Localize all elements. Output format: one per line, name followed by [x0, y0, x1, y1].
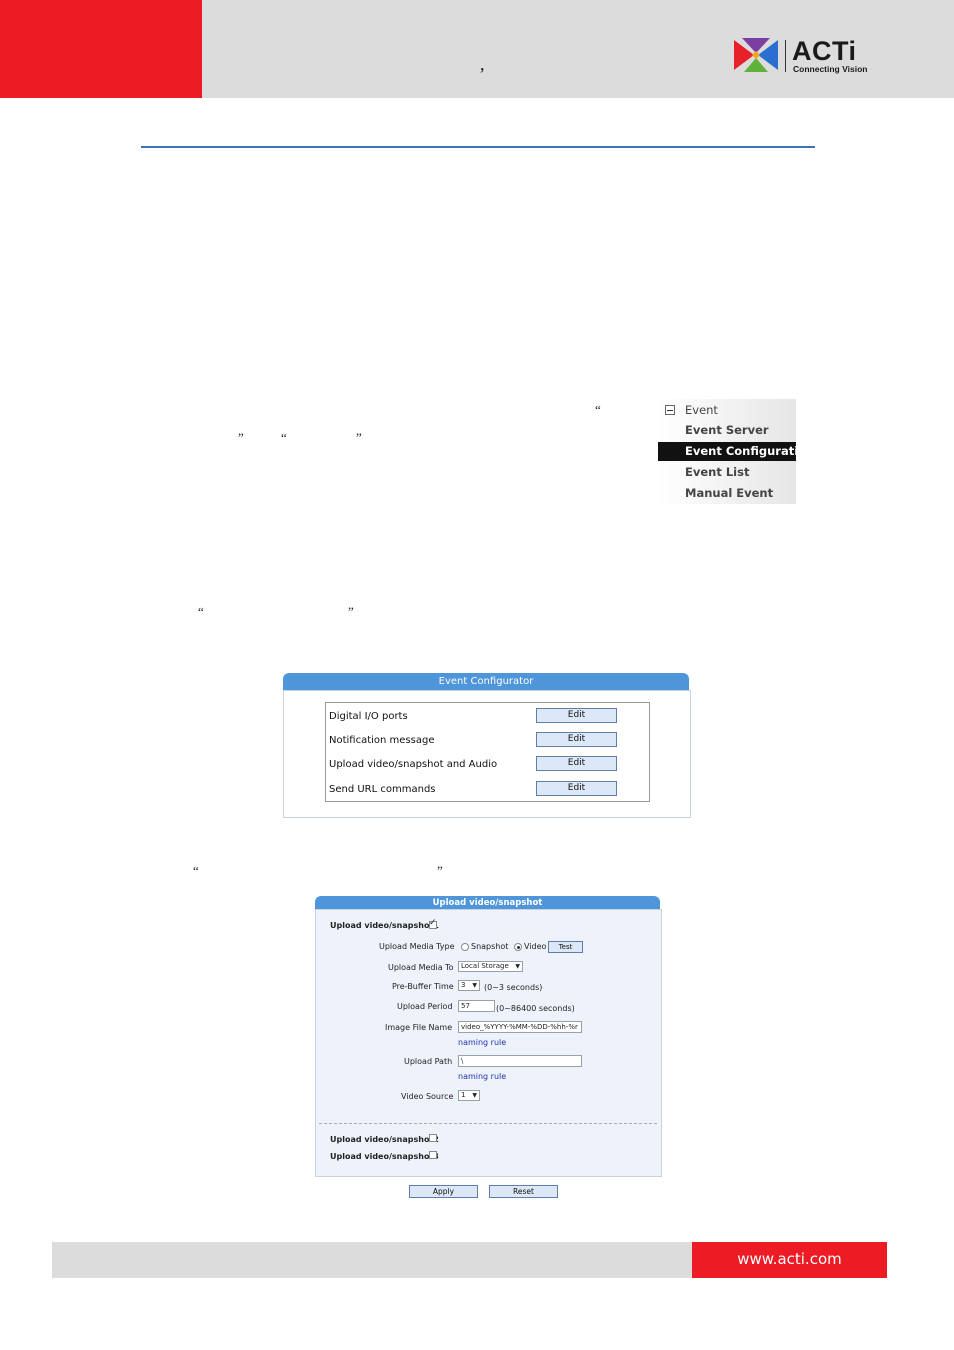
prebuffer-hint: (0~3 seconds) [484, 983, 543, 992]
config-row-label: Digital I/O ports [329, 711, 408, 722]
logo-tagline: Connecting Vision [793, 64, 868, 74]
upload-panel: Upload video/snapshot1 Upload Media Type… [315, 909, 662, 1177]
quote-mark: ” [348, 604, 354, 619]
header-comma: , [480, 54, 485, 74]
menu-item-event[interactable]: Event [685, 403, 718, 417]
chevron-down-icon: ▼ [515, 963, 520, 970]
config-row-label: Upload video/snapshot and Audio [329, 759, 498, 770]
path-input[interactable]: \ [458, 1055, 582, 1067]
section-divider [319, 1123, 657, 1124]
video-radio[interactable] [514, 943, 522, 951]
heading-rule [141, 146, 815, 148]
prebuffer-value: 3 [461, 981, 466, 989]
snapshot-radio-label: Snapshot [471, 942, 509, 951]
filename-input[interactable]: video_%YYYY-%MM-%DD-%hh-%r [458, 1021, 582, 1033]
menu-item-event-configuration[interactable]: Event Configuration [658, 442, 814, 461]
footer-gray-band [52, 1242, 692, 1278]
snapshot2-checkbox[interactable] [429, 1134, 437, 1142]
period-label: Upload Period [397, 1002, 453, 1011]
quote-mark: ” [437, 863, 443, 878]
media-to-select[interactable]: Local Storage ▼ [458, 961, 523, 972]
config-row-label: Send URL commands [329, 784, 436, 795]
video-source-value: 1 [461, 1091, 466, 1099]
filename-label: Image File Name [385, 1023, 453, 1032]
edit-notification-button[interactable]: Edit [536, 732, 617, 747]
footer-red-block: www.acti.com [692, 1242, 887, 1278]
logo-wordmark: ACTi [792, 36, 857, 66]
snapshot2-label: Upload video/snapshot2 [330, 1135, 439, 1144]
menu-item-event-list[interactable]: Event List [685, 465, 749, 479]
menu-item-label: Event Configuration [685, 444, 815, 458]
config-row-label: Notification message [329, 735, 435, 746]
apply-button[interactable]: Apply [409, 1185, 478, 1198]
snapshot1-label: Upload video/snapshot1 [330, 921, 439, 930]
prebuffer-select[interactable]: 3 ▼ [458, 980, 480, 991]
period-hint: (0~86400 seconds) [496, 1004, 575, 1013]
header-red-block [0, 0, 202, 98]
quote-mark: “ [595, 402, 601, 417]
edit-upload-button[interactable]: Edit [536, 756, 617, 771]
event-configurator-list: Digital I/O ports Edit Notification mess… [325, 702, 650, 802]
event-configurator-title: Event Configurator [283, 673, 689, 690]
acti-logo: ACTi Connecting Vision [734, 36, 874, 76]
footer-url-link[interactable]: www.acti.com [692, 1250, 887, 1268]
video-source-label: Video Source [401, 1092, 454, 1101]
edit-digital-io-button[interactable]: Edit [536, 708, 617, 723]
collapse-icon[interactable] [665, 405, 675, 415]
snapshot3-label: Upload video/snapshot3 [330, 1152, 439, 1161]
media-to-label: Upload Media To [388, 963, 454, 972]
menu-item-manual-event[interactable]: Manual Event [685, 486, 773, 500]
edit-url-commands-button[interactable]: Edit [536, 781, 617, 796]
logo-separator [785, 40, 786, 72]
menu-item-event-server[interactable]: Event Server [685, 423, 769, 437]
video-source-select[interactable]: 1 ▼ [458, 1090, 480, 1101]
acti-logo-icon [734, 38, 778, 72]
event-menu: Event Event Server Event Configuration E… [658, 399, 814, 504]
quote-mark: ” [238, 430, 244, 445]
test-button[interactable]: Test [548, 941, 583, 953]
chevron-down-icon: ▼ [472, 982, 477, 989]
snapshot-radio[interactable] [461, 943, 469, 951]
event-configurator-panel: Digital I/O ports Edit Notification mess… [283, 690, 691, 818]
video-radio-label: Video [524, 942, 547, 951]
media-type-label: Upload Media Type [379, 942, 455, 951]
quote-mark: “ [281, 430, 287, 445]
snapshot1-checkbox[interactable] [429, 918, 437, 929]
reset-button[interactable]: Reset [489, 1185, 558, 1198]
path-label: Upload Path [404, 1057, 453, 1066]
snapshot3-checkbox[interactable] [429, 1151, 437, 1159]
path-naming-rule-link[interactable]: naming rule [458, 1072, 506, 1081]
quote-mark: “ [198, 604, 204, 619]
quote-mark: “ [193, 863, 199, 878]
media-to-value: Local Storage [461, 962, 509, 970]
period-input[interactable]: 57 [458, 1000, 495, 1012]
prebuffer-label: Pre-Buffer Time [392, 982, 454, 991]
chevron-down-icon: ▼ [472, 1092, 477, 1099]
upload-panel-title: Upload video/snapshot [315, 896, 660, 910]
filename-naming-rule-link[interactable]: naming rule [458, 1038, 506, 1047]
quote-mark: ” [356, 430, 362, 445]
